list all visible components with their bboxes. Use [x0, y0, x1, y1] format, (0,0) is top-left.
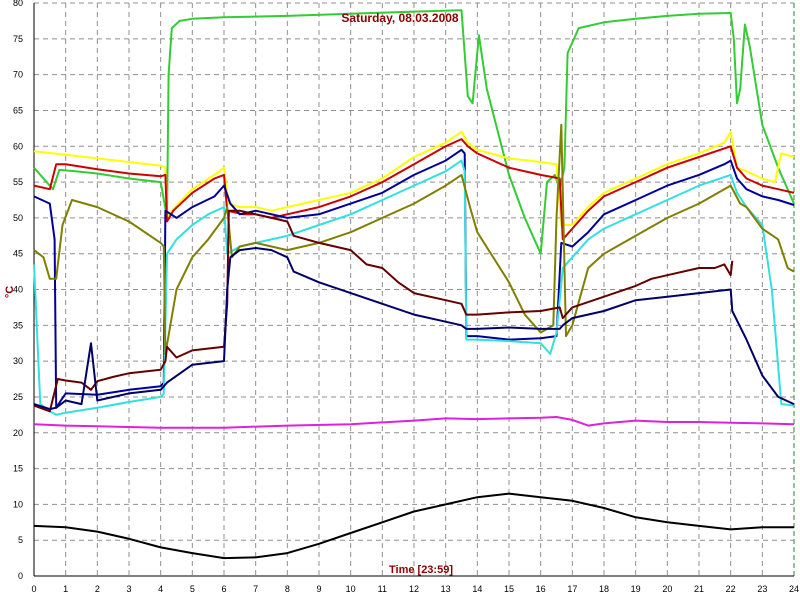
y-tick-label: 55 [13, 177, 23, 187]
x-tick-label: 7 [253, 584, 258, 594]
y-tick-label: 5 [18, 535, 23, 545]
y-tick-label: 15 [13, 464, 23, 474]
x-tick-label: 6 [221, 584, 226, 594]
x-tick-label: 11 [378, 584, 387, 594]
y-tick-label: 25 [13, 392, 23, 402]
x-tick-label: 5 [190, 584, 195, 594]
x-tick-label: 21 [694, 584, 704, 594]
y-axis-label: °C [4, 286, 16, 298]
y-tick-label: 10 [13, 499, 23, 509]
x-tick-label: 3 [126, 584, 131, 594]
chart-container: 0 5 10 15 20 25 30 35 40 45 50 55 60 65 70 75 80 0123456… [0, 0, 800, 600]
y-tick-label: 45 [13, 249, 23, 259]
x-tick-label: 16 [536, 584, 546, 594]
x-tick-label: 24 [789, 584, 799, 594]
x-tick-label: 12 [409, 584, 419, 594]
x-tick-label: 4 [158, 584, 163, 594]
x-tick-label: 10 [346, 584, 356, 594]
y-tick-label: 65 [13, 105, 23, 115]
x-tick-label: 0 [31, 584, 36, 594]
x-tick-label: 17 [567, 584, 577, 594]
x-tick-label: 18 [599, 584, 609, 594]
x-tick-label: 1 [63, 584, 68, 594]
x-tick-label: 15 [504, 584, 514, 594]
y-tick-label: 60 [13, 141, 23, 151]
y-tick-label: 70 [13, 70, 23, 80]
y-tick-label: 0 [18, 571, 23, 581]
x-tick-label: 2 [95, 584, 100, 594]
y-tick-label: 80 [13, 0, 23, 8]
x-axis-label: Time [23:59] [389, 564, 453, 576]
x-tick-label: 23 [757, 584, 767, 594]
grid [33, 2, 795, 577]
x-tick-label: 22 [726, 584, 736, 594]
y-tick-label: 35 [13, 320, 23, 330]
y-tick-label: 50 [13, 213, 23, 223]
x-tick-label: 9 [316, 584, 321, 594]
x-tick-label: 20 [662, 584, 672, 594]
x-tick-label: 14 [472, 584, 482, 594]
series-line-3 [33, 138, 795, 241]
x-tick-label: 19 [631, 584, 641, 594]
x-tick-label: 13 [441, 584, 451, 594]
y-tick-label: 20 [13, 428, 23, 438]
x-tick-label: 8 [285, 584, 290, 594]
series-line-4 [33, 148, 795, 409]
y-tick-label: 75 [13, 34, 23, 44]
temperature-chart: 05101520253035404550556065707580 0123456… [4, 0, 799, 594]
x-tick-labels: 0 1 2 3 4 5 6 7 8 9 10 11 12 13 14 15 16 17 18 19 20 21 22 23 24 [31, 584, 799, 594]
y-tick-label: 30 [13, 356, 23, 366]
chart-title: Saturday, 08.03.2008 [341, 11, 459, 25]
